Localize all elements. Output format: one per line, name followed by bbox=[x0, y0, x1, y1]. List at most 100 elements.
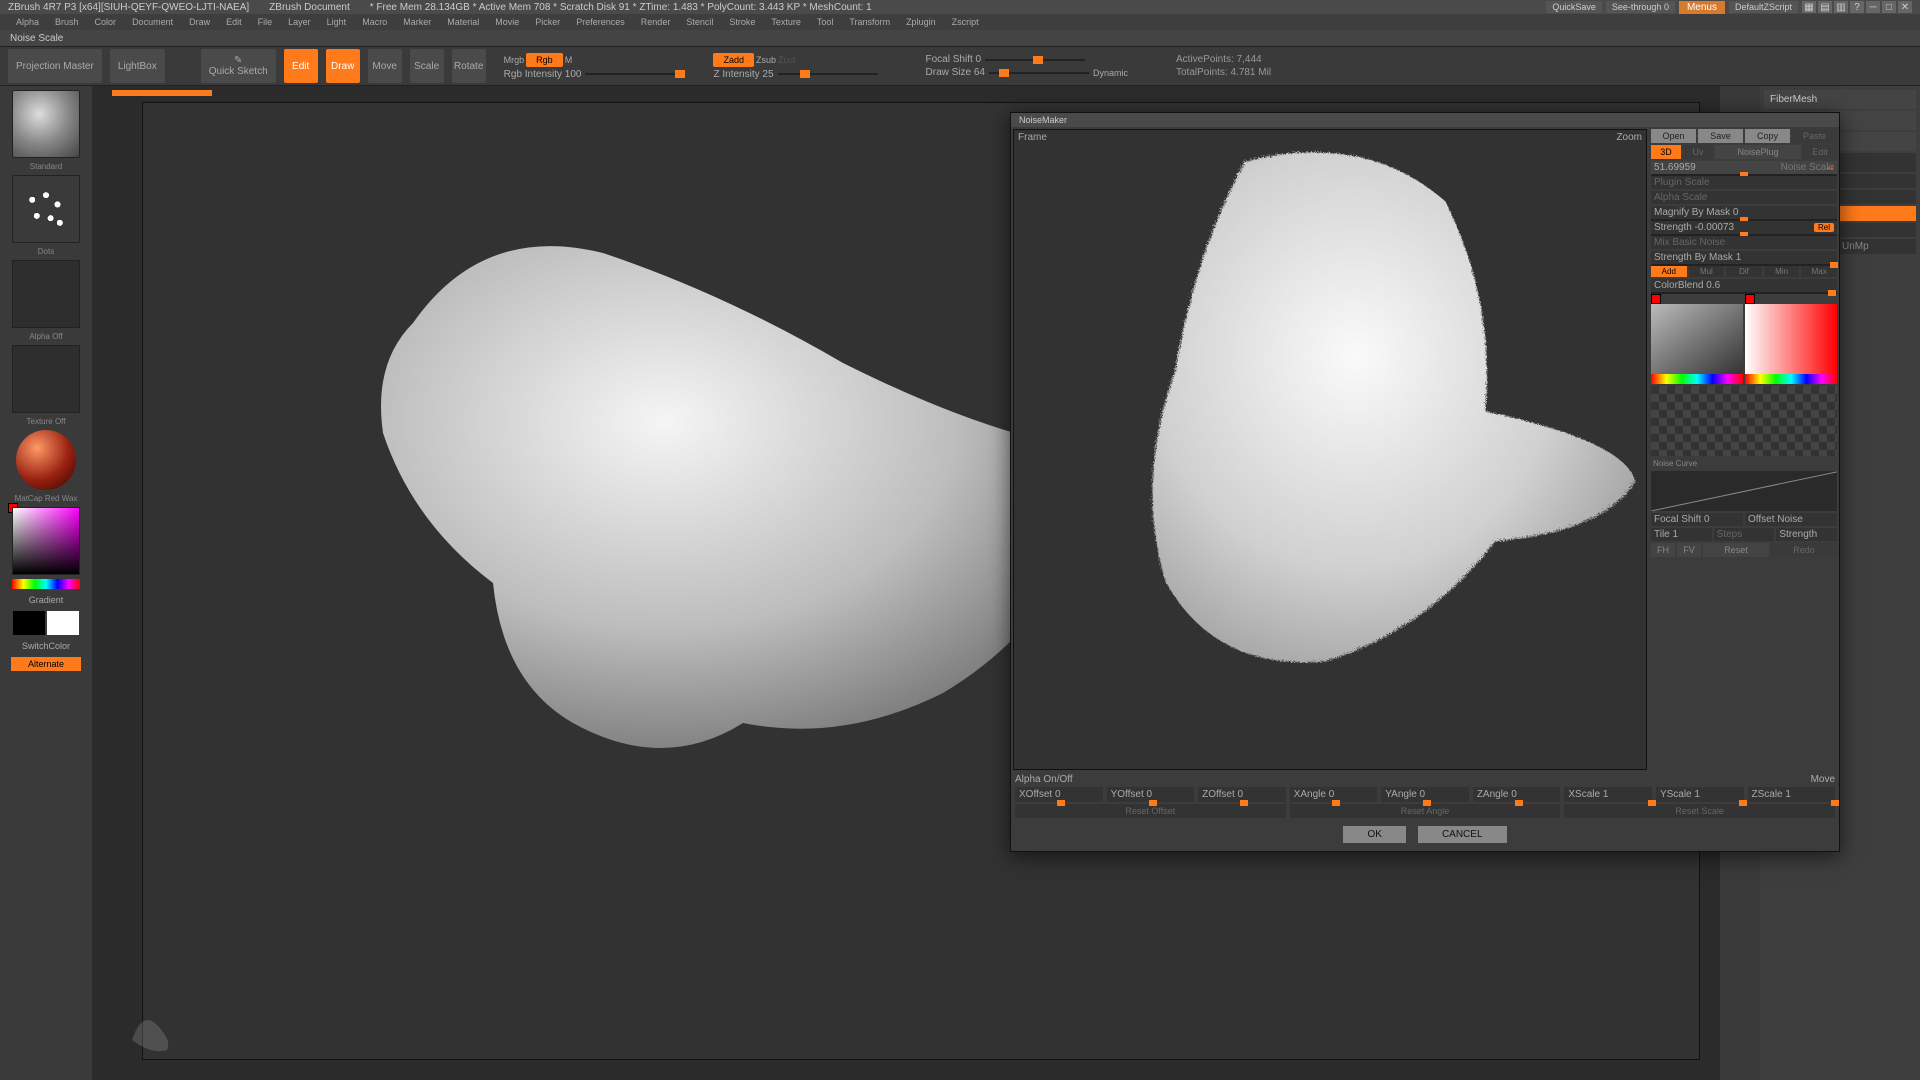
yscale-slider[interactable]: YScale 1 bbox=[1656, 787, 1744, 802]
hue-strip[interactable] bbox=[12, 579, 80, 589]
fliph-button[interactable]: FH bbox=[1651, 543, 1675, 557]
reset-scale-button[interactable]: Reset Scale bbox=[1564, 804, 1835, 818]
menu-document[interactable]: Document bbox=[124, 15, 181, 29]
gradient-black-swatch[interactable] bbox=[13, 611, 45, 635]
layout-icon-3[interactable]: ▥ bbox=[1834, 1, 1848, 13]
menu-brush[interactable]: Brush bbox=[47, 15, 87, 29]
menu-stencil[interactable]: Stencil bbox=[678, 15, 721, 29]
plugin-scale-slider[interactable]: Plugin Scale bbox=[1651, 176, 1837, 189]
blend-min[interactable]: Min bbox=[1764, 266, 1800, 277]
cancel-button[interactable]: CANCEL bbox=[1418, 826, 1507, 843]
menu-stroke[interactable]: Stroke bbox=[721, 15, 763, 29]
reset-offset-button[interactable]: Reset Offset bbox=[1015, 804, 1286, 818]
alpha-scale-slider[interactable]: Alpha Scale bbox=[1651, 191, 1837, 204]
color-picker[interactable] bbox=[12, 507, 80, 575]
menu-picker[interactable]: Picker bbox=[527, 15, 568, 29]
frame-button[interactable]: Frame bbox=[1018, 132, 1047, 143]
zadd-button[interactable]: Zadd bbox=[713, 53, 754, 67]
menu-zscript[interactable]: Zscript bbox=[944, 15, 987, 29]
menu-alpha[interactable]: Alpha bbox=[8, 15, 47, 29]
menu-texture[interactable]: Texture bbox=[763, 15, 809, 29]
quicksave-button[interactable]: QuickSave bbox=[1546, 1, 1602, 13]
layout-icon-2[interactable]: ▤ bbox=[1818, 1, 1832, 13]
rgb-intensity-slider[interactable]: Rgb Intensity 100 bbox=[504, 69, 582, 80]
save-button[interactable]: Save bbox=[1698, 129, 1743, 143]
open-button[interactable]: Open bbox=[1651, 129, 1696, 143]
paste-button[interactable]: Paste bbox=[1792, 129, 1837, 143]
color-b-picker[interactable] bbox=[1745, 304, 1837, 374]
zscale-slider[interactable]: ZScale 1 bbox=[1748, 787, 1836, 802]
menu-edit[interactable]: Edit bbox=[218, 15, 250, 29]
move-button-dlg[interactable]: Move bbox=[1811, 774, 1835, 785]
alpha-onoff-toggle[interactable]: Alpha On/Off bbox=[1015, 774, 1146, 785]
xangle-slider[interactable]: XAngle 0 bbox=[1290, 787, 1378, 802]
mrgb-label[interactable]: Mrgb bbox=[504, 55, 525, 65]
yoffset-slider[interactable]: YOffset 0 bbox=[1107, 787, 1195, 802]
draw-size-slider[interactable]: Draw Size 64 bbox=[926, 67, 985, 78]
edit-plug-button[interactable]: Edit bbox=[1803, 145, 1837, 159]
minimize-icon[interactable]: ─ bbox=[1866, 1, 1880, 13]
z-intensity-slider[interactable]: Z Intensity 25 bbox=[713, 69, 773, 80]
redo-curve-button[interactable]: Redo bbox=[1771, 543, 1837, 557]
menu-movie[interactable]: Movie bbox=[487, 15, 527, 29]
xoffset-slider[interactable]: XOffset 0 bbox=[1015, 787, 1103, 802]
menu-zplugin[interactable]: Zplugin bbox=[898, 15, 944, 29]
menu-file[interactable]: File bbox=[250, 15, 281, 29]
edit-button[interactable]: Edit bbox=[284, 49, 318, 83]
mix-basic-noise[interactable]: Mix Basic Noise bbox=[1651, 236, 1837, 249]
rotate-button[interactable]: Rotate bbox=[452, 49, 486, 83]
focal-shift-slider[interactable]: Focal Shift 0 bbox=[926, 54, 982, 65]
ok-button[interactable]: OK bbox=[1343, 826, 1405, 843]
noise-preview-viewport[interactable]: Frame Zoom bbox=[1013, 129, 1647, 770]
copy-button[interactable]: Copy bbox=[1745, 129, 1790, 143]
scale-button[interactable]: Scale bbox=[410, 49, 444, 83]
brush-standard[interactable] bbox=[12, 90, 80, 158]
menu-material[interactable]: Material bbox=[439, 15, 487, 29]
zangle-slider[interactable]: ZAngle 0 bbox=[1473, 787, 1561, 802]
noiseplug-button[interactable]: NoisePlug bbox=[1715, 145, 1801, 159]
rel-button[interactable]: Rel bbox=[1814, 223, 1834, 232]
focalshift-slider[interactable]: Focal Shift 0 bbox=[1651, 513, 1743, 526]
blend-dif[interactable]: Dif bbox=[1726, 266, 1762, 277]
menus-button[interactable]: Menus bbox=[1679, 1, 1725, 14]
alternate-button[interactable]: Alternate bbox=[11, 657, 81, 671]
document-tab[interactable] bbox=[112, 90, 212, 96]
m-label[interactable]: M bbox=[565, 55, 573, 65]
stroke-dots[interactable] bbox=[12, 175, 80, 243]
uv-button[interactable]: Uv bbox=[1683, 145, 1713, 159]
close-icon[interactable]: ✕ bbox=[1898, 1, 1912, 13]
steps-slider[interactable]: Steps bbox=[1714, 528, 1775, 541]
projection-master-button[interactable]: Projection Master bbox=[8, 49, 102, 83]
unmp-button[interactable]: UnMp bbox=[1842, 241, 1912, 252]
seethrough-slider[interactable]: See-through 0 bbox=[1606, 1, 1675, 13]
menu-macro[interactable]: Macro bbox=[354, 15, 395, 29]
color-b-hue[interactable] bbox=[1745, 374, 1837, 384]
zoffset-slider[interactable]: ZOffset 0 bbox=[1198, 787, 1286, 802]
maximize-icon[interactable]: □ bbox=[1882, 1, 1896, 13]
menu-render[interactable]: Render bbox=[633, 15, 679, 29]
blend-mul[interactable]: Mul bbox=[1689, 266, 1725, 277]
magnify-slider[interactable]: Magnify By Mask 0 bbox=[1651, 206, 1837, 219]
color-a-hue[interactable] bbox=[1651, 374, 1743, 384]
reset-curve-button[interactable]: Reset bbox=[1703, 543, 1769, 557]
tile-slider[interactable]: Tile 1 bbox=[1651, 528, 1712, 541]
move-button[interactable]: Move bbox=[368, 49, 402, 83]
blend-add[interactable]: Add bbox=[1651, 266, 1687, 277]
reset-angle-button[interactable]: Reset Angle bbox=[1290, 804, 1561, 818]
texture-slot[interactable] bbox=[12, 345, 80, 413]
alpha-preview[interactable] bbox=[1651, 386, 1837, 456]
gradient-label[interactable]: Gradient bbox=[29, 593, 64, 607]
menu-light[interactable]: Light bbox=[319, 15, 355, 29]
menu-marker[interactable]: Marker bbox=[395, 15, 439, 29]
strength-mask-slider[interactable]: Strength By Mask 1 bbox=[1651, 251, 1837, 264]
draw-button[interactable]: Draw bbox=[326, 49, 360, 83]
yangle-slider[interactable]: YAngle 0 bbox=[1381, 787, 1469, 802]
help-icon[interactable]: ? bbox=[1850, 1, 1864, 13]
menu-transform[interactable]: Transform bbox=[841, 15, 898, 29]
layout-icon[interactable]: ▦ bbox=[1802, 1, 1816, 13]
3d-button[interactable]: 3D bbox=[1651, 145, 1681, 159]
menu-color[interactable]: Color bbox=[87, 15, 125, 29]
offset-noise-slider[interactable]: Offset Noise bbox=[1745, 513, 1837, 526]
zsub-button[interactable]: Zsub bbox=[756, 55, 776, 65]
lightbox-button[interactable]: LightBox bbox=[110, 49, 165, 83]
